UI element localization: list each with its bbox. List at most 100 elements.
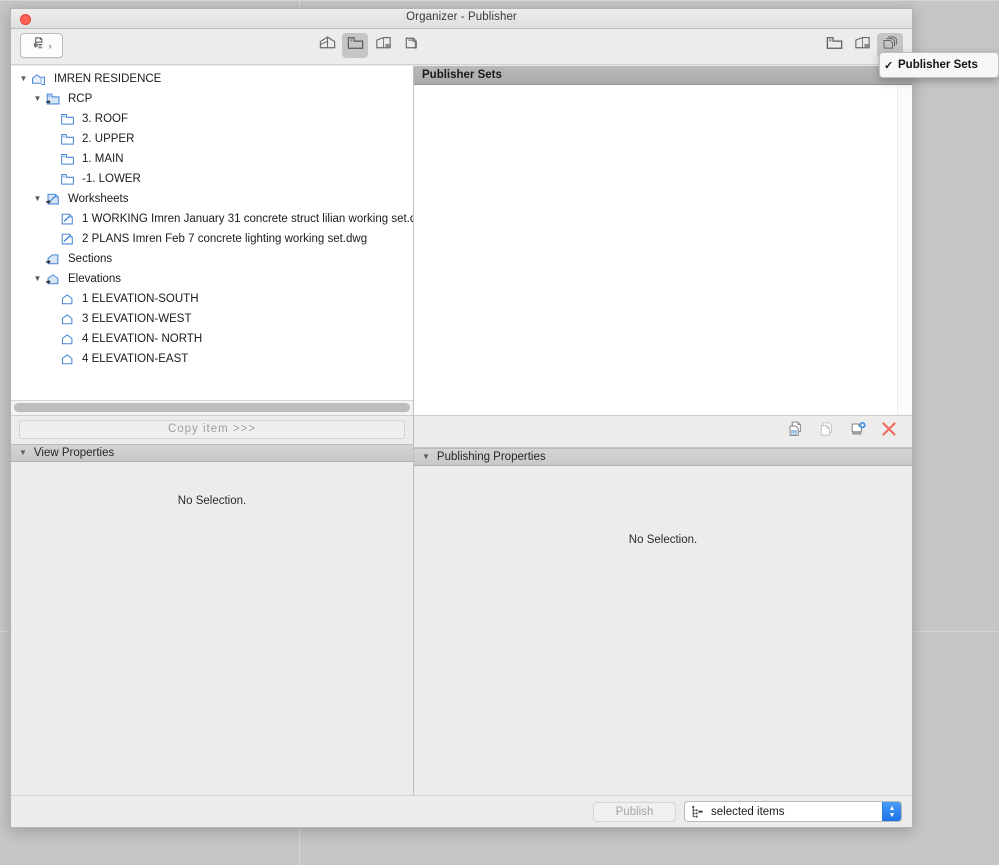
duplicate-set-button[interactable] <box>817 421 837 441</box>
tree-list-icon <box>688 805 708 819</box>
add-shortcut-icon <box>849 420 868 443</box>
tree-row[interactable]: 2 PLANS Imren Feb 7 concrete lighting wo… <box>11 229 413 249</box>
chevron-up-icon[interactable]: ▲ <box>889 805 896 812</box>
triangle-down-icon[interactable]: ▼ <box>19 448 27 457</box>
tree-item-label: IMREN RESIDENCE <box>54 73 162 85</box>
tree-item-label: 2. UPPER <box>82 133 135 145</box>
tree-row[interactable]: Sections <box>11 249 413 269</box>
delete-icon <box>880 420 898 443</box>
view-properties-body: No Selection. <box>11 461 413 795</box>
elevation-icon <box>318 35 337 56</box>
toolbar-button-right-sections-view[interactable] <box>849 33 875 58</box>
publisher-sets-list[interactable] <box>414 85 912 416</box>
tree-row[interactable]: 2. UPPER <box>11 129 413 149</box>
tree-item-label: 3 ELEVATION-WEST <box>82 313 192 325</box>
toolbar-button-stories-view[interactable] <box>342 33 368 58</box>
delete-button[interactable] <box>879 421 899 441</box>
tree-row[interactable]: ▼ RCP <box>11 89 413 109</box>
tree-item-label: -1. LOWER <box>82 173 141 185</box>
publish-scope-stepper[interactable]: ▲ ▼ <box>882 802 901 821</box>
tree-row[interactable]: 3. ROOF <box>11 109 413 129</box>
scrollbar-thumb[interactable] <box>14 403 410 412</box>
publish-scope-value: selected items <box>711 805 785 818</box>
section-icon <box>374 35 393 56</box>
publisher-sets-header-label: Publisher Sets <box>422 69 502 81</box>
elevation-icon <box>58 311 78 327</box>
publish-scope-combobox[interactable]: selected items ▲ ▼ <box>684 801 902 822</box>
publisher-sets-toolbar <box>414 415 912 448</box>
layout-book-icon <box>402 35 421 56</box>
elevation-icon <box>58 351 78 367</box>
background-window-seam <box>0 0 999 1</box>
view-properties-label: View Properties <box>33 446 115 459</box>
window-titlebar[interactable]: Organizer - Publisher <box>11 9 912 29</box>
tree-item-label: Elevations <box>68 273 122 285</box>
story-folder-icon <box>44 91 64 107</box>
tree-row[interactable]: ▼ Worksheets <box>11 189 413 209</box>
tree-item-label: 4 ELEVATION- NORTH <box>82 333 203 345</box>
tree-horizontal-scrollbar[interactable] <box>11 400 413 416</box>
publisher-sets-context-menu: ✓ Publisher Sets <box>879 52 999 78</box>
publishing-properties-header[interactable]: ▼ Publishing Properties <box>414 447 912 466</box>
view-properties-header[interactable]: ▼ View Properties <box>11 443 413 462</box>
view-map-icon <box>32 36 47 56</box>
duplicate-set-icon <box>818 420 837 443</box>
right-pane: Publisher Sets › <box>414 66 912 795</box>
triangle-down-icon[interactable]: ▼ <box>31 269 44 289</box>
story-plan-icon <box>58 151 78 167</box>
tree-item-label: RCP <box>68 93 93 105</box>
tree-item-label: 4 ELEVATION-EAST <box>82 353 189 365</box>
context-menu-item-label: Publisher Sets <box>898 59 978 71</box>
project-home-icon <box>30 71 50 87</box>
toolbar-button-sections-view[interactable] <box>370 33 396 58</box>
publishing-properties-label: Publishing Properties <box>436 450 546 463</box>
chevron-down-icon[interactable]: ▼ <box>889 812 896 819</box>
left-view-switcher <box>314 33 424 58</box>
view-map-popup-button[interactable]: › <box>20 33 63 58</box>
copy-item-area: Copy item >>> <box>11 415 413 444</box>
project-tree-scroll[interactable]: ▼ IMREN RESIDENCE ▼ RCP 3. ROOF 2. UPPER 1. MA… <box>11 66 413 401</box>
triangle-down-icon[interactable]: ▼ <box>422 452 430 461</box>
copy-item-button[interactable]: Copy item >>> <box>19 419 405 439</box>
tree-row[interactable]: -1. LOWER <box>11 169 413 189</box>
toolbar-button-right-stories-view[interactable] <box>821 33 847 58</box>
toolbar-button-layout-book-view[interactable] <box>398 33 424 58</box>
toolbar: › <box>11 29 912 65</box>
elevation-folder-icon <box>44 271 64 287</box>
story-plan-icon <box>825 35 844 56</box>
tree-row[interactable]: 4 ELEVATION- NORTH <box>11 329 413 349</box>
tree-row[interactable]: ▼ Elevations <box>11 269 413 289</box>
new-publisher-set-icon <box>787 420 806 443</box>
tree-item-label: 1 WORKING Imren January 31 concrete stru… <box>82 213 413 225</box>
triangle-down-icon[interactable]: ▼ <box>31 89 44 109</box>
tree-row[interactable]: 4 ELEVATION-EAST <box>11 349 413 369</box>
story-plan-icon <box>58 171 78 187</box>
new-publisher-set-button[interactable] <box>786 421 806 441</box>
worksheet-folder-icon <box>44 191 64 207</box>
tree-item-label: Sections <box>68 253 113 265</box>
publish-button[interactable]: Publish <box>593 801 676 822</box>
triangle-down-icon[interactable]: ▼ <box>17 69 30 89</box>
content-area: ▼ IMREN RESIDENCE ▼ RCP 3. ROOF 2. UPPER 1. MA… <box>11 66 912 795</box>
elevation-icon <box>58 331 78 347</box>
left-pane: ▼ IMREN RESIDENCE ▼ RCP 3. ROOF 2. UPPER 1. MA… <box>11 66 414 795</box>
tree-row[interactable]: 1 ELEVATION-SOUTH <box>11 289 413 309</box>
view-properties-no-selection: No Selection. <box>177 494 247 507</box>
add-shortcut-button[interactable] <box>848 421 868 441</box>
toolbar-button-elevations-view[interactable] <box>314 33 340 58</box>
tree-row[interactable]: 1. MAIN <box>11 149 413 169</box>
tree-item-label: 1 ELEVATION-SOUTH <box>82 293 199 305</box>
publisher-sets-vertical-scrollbar[interactable] <box>897 85 912 415</box>
chevron-right-icon: › <box>48 40 52 51</box>
publisher-sets-header[interactable]: Publisher Sets › <box>414 66 912 85</box>
context-menu-item-publisher-sets[interactable]: ✓ Publisher Sets <box>880 56 998 74</box>
tree-row[interactable]: ▼ IMREN RESIDENCE <box>11 69 413 89</box>
tree-row[interactable]: 1 WORKING Imren January 31 concrete stru… <box>11 209 413 229</box>
tree-row[interactable]: 3 ELEVATION-WEST <box>11 309 413 329</box>
story-plan-icon <box>58 111 78 127</box>
publishing-properties-no-selection: No Selection. <box>628 533 698 546</box>
triangle-down-icon[interactable]: ▼ <box>31 189 44 209</box>
tree-item-label: 3. ROOF <box>82 113 129 125</box>
story-plan-icon <box>58 131 78 147</box>
story-plan-icon <box>346 35 365 56</box>
